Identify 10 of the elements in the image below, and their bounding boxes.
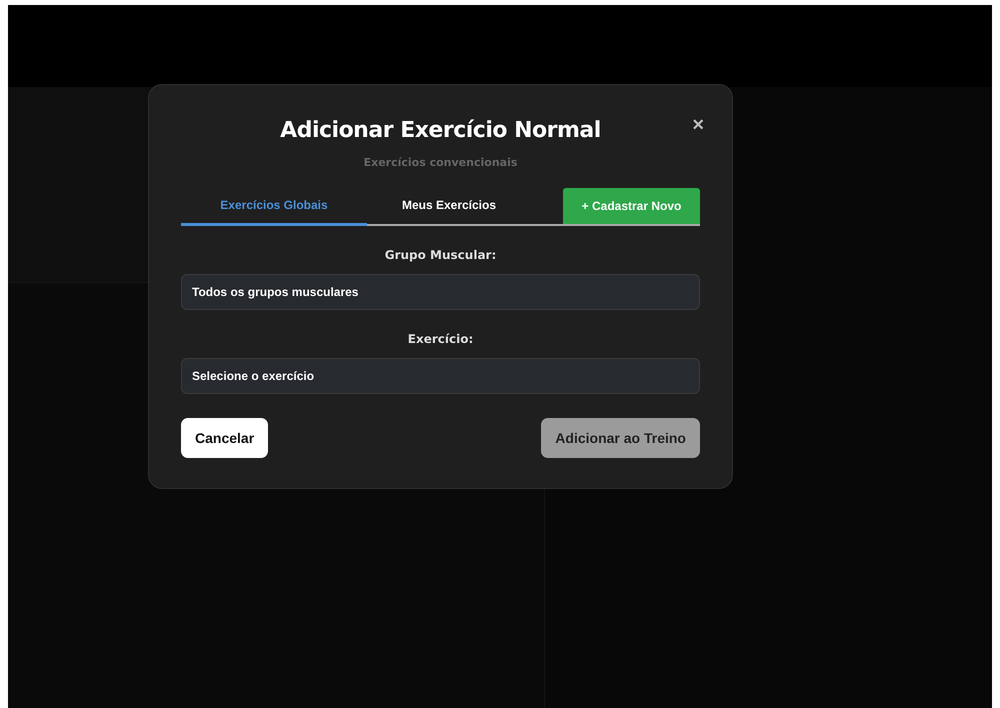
close-button[interactable]: × [690,113,706,137]
field-label: Exercício: [406,332,474,346]
dialog-subtitle: Exercícios convencionais [362,156,518,169]
select-field[interactable]: Selecione o exercício [181,358,700,394]
select-field[interactable]: Todos os grupos musculares [181,274,700,310]
dialog-title: Adicionar Exercício Normal [279,117,602,145]
cancel-button[interactable]: Cancelar [181,418,268,458]
tab[interactable]: Meus Exercícios [367,188,531,226]
tab[interactable]: Exercícios Globais [181,188,367,226]
field-label: Grupo Muscular: [384,248,498,262]
